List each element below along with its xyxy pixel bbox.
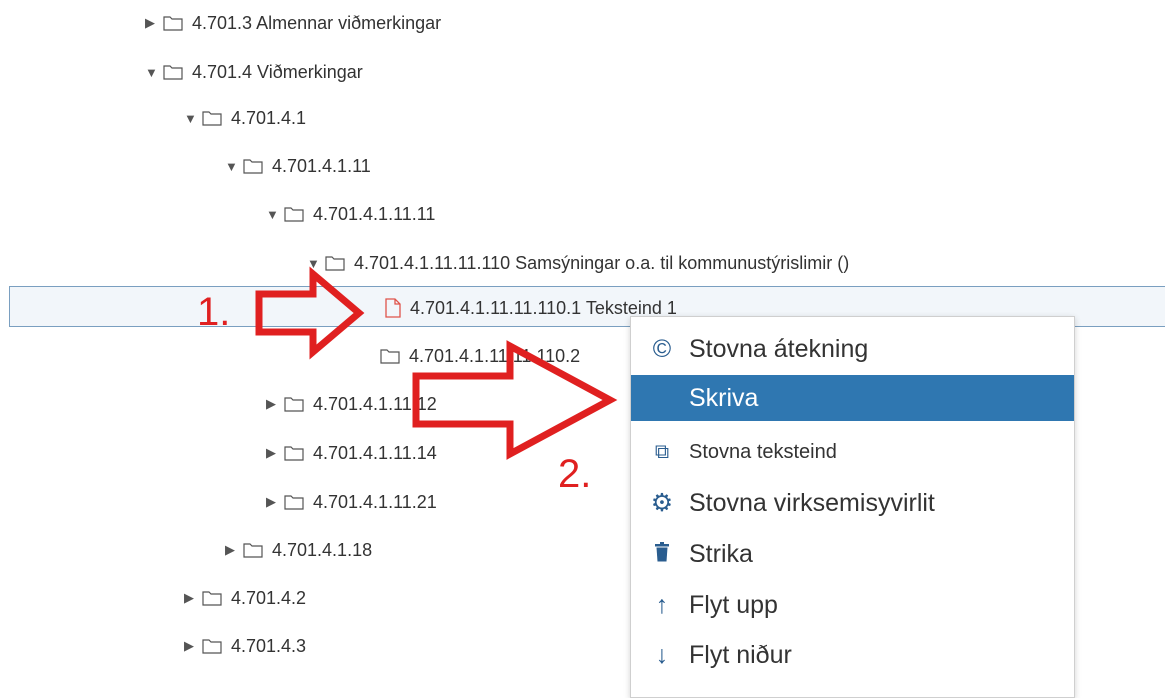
annotation-step-1: 1. <box>197 290 231 334</box>
folder-icon <box>284 445 304 461</box>
menu-item-label: Stovna virksemisyvirlit <box>689 488 935 517</box>
folder-icon <box>284 396 304 412</box>
caret-right-icon[interactable]: ▶ <box>184 590 202 606</box>
tree-node-label: 4.701.4.1.11.21 <box>313 491 437 512</box>
tree-node-label: 4.701.3 Almennar viðmerkingar <box>192 12 442 33</box>
menu-item-label: Strika <box>689 539 753 568</box>
tree-node-4-701-4-2[interactable]: ▶ 4.701.4.2 <box>184 580 306 616</box>
tree-node-4-701-3[interactable]: ▶ 4.701.3 Almennar viðmerkingar <box>145 5 441 41</box>
caret-down-icon[interactable]: ▼ <box>184 111 202 126</box>
tree-node-4-701-4-1-11-11[interactable]: ▼ 4.701.4.1.11.11 <box>266 196 435 232</box>
folder-icon <box>202 590 222 606</box>
menu-item-stovna-teksteind[interactable]: ⧉ Stovna teksteind <box>631 429 1074 475</box>
tree-node-label: 4.701.4.1.11 <box>272 155 371 176</box>
caret-right-icon[interactable]: ▶ <box>266 445 284 461</box>
tree-node-label: 4.701.4.1.18 <box>272 539 373 560</box>
tree-node-4-701-4-1[interactable]: ▼ 4.701.4.1 <box>184 100 306 136</box>
folder-icon <box>284 206 304 222</box>
caret-right-icon[interactable]: ▶ <box>225 542 243 558</box>
menu-item-stovna-virksemisyvirlit[interactable]: ⚙ Stovna virksemisyvirlit <box>631 480 1074 526</box>
caret-right-icon[interactable]: ▶ <box>145 15 163 31</box>
folder-icon <box>202 638 222 654</box>
caret-down-icon[interactable]: ▼ <box>225 159 243 174</box>
folder-icon <box>163 15 183 31</box>
context-menu: © Stovna átekning · Skriva ⧉ Stovna teks… <box>630 316 1075 698</box>
menu-item-skriva[interactable]: · Skriva <box>631 375 1074 421</box>
tree-node-4-701-4-1-18[interactable]: ▶ 4.701.4.1.18 <box>225 532 372 568</box>
folder-icon <box>163 64 183 80</box>
tree-node-4-701-4-1-11[interactable]: ▼ 4.701.4.1.11 <box>225 148 371 184</box>
menu-item-flyt-nidur[interactable]: ↓ Flyt niður <box>631 632 1074 678</box>
menu-item-label: Skriva <box>689 383 759 412</box>
annotation-step-2: 2. <box>558 452 592 496</box>
menu-item-spacer: · <box>649 384 675 413</box>
document-icon <box>385 298 401 318</box>
folder-icon <box>380 348 400 364</box>
tree-node-4-701-4-3[interactable]: ▶ 4.701.4.3 <box>184 628 306 664</box>
caret-right-icon[interactable]: ▶ <box>184 638 202 654</box>
tree-node-4-701-4-1-11-21[interactable]: ▶ 4.701.4.1.11.21 <box>266 484 437 520</box>
caret-down-icon[interactable]: ▼ <box>145 65 163 80</box>
copyright-icon: © <box>652 334 672 363</box>
menu-item-label: Flyt niður <box>689 640 792 669</box>
arrow-up-icon: ↑ <box>655 590 669 619</box>
caret-down-icon[interactable]: ▼ <box>266 207 284 222</box>
menu-item-stovna-atekning[interactable]: © Stovna átekning <box>631 326 1074 372</box>
tree-node-label: 4.701.4.2 <box>231 587 307 608</box>
tree-node-4-701-4-1-11-11-110[interactable]: ▼ 4.701.4.1.11.11.110 Samsýningar o.a. t… <box>307 245 849 281</box>
menu-item-label: Flyt upp <box>689 590 778 619</box>
tree-node-4-701-4[interactable]: ▼ 4.701.4 Viðmerkingar <box>145 54 363 90</box>
folder-icon <box>202 110 222 126</box>
menu-item-label: Stovna teksteind <box>689 440 837 463</box>
folder-icon <box>243 542 263 558</box>
gear-icon: ⚙ <box>650 489 674 517</box>
annotation-arrow-2 <box>412 340 618 460</box>
caret-right-icon[interactable]: ▶ <box>266 396 284 412</box>
trash-icon <box>649 540 675 569</box>
tree-node-label: 4.701.4.3 <box>231 635 307 656</box>
tree-node-label: 4.701.4.1 <box>231 107 307 128</box>
annotation-arrow-1 <box>255 266 365 360</box>
caret-right-icon[interactable]: ▶ <box>266 494 284 510</box>
menu-item-strika[interactable]: Strika <box>631 531 1074 577</box>
tree-node-label: 4.701.4.1.11.11.110 Samsýningar o.a. til… <box>354 252 850 273</box>
tree-node-label: 4.701.4 Viðmerkingar <box>192 61 363 82</box>
copy-icon: ⧉ <box>654 440 670 463</box>
folder-icon <box>243 158 263 174</box>
folder-icon <box>284 494 304 510</box>
arrow-down-icon: ↓ <box>655 640 669 669</box>
menu-item-flyt-upp[interactable]: ↑ Flyt upp <box>631 582 1074 628</box>
tree-node-label: 4.701.4.1.11.11 <box>313 203 436 224</box>
menu-item-label: Stovna átekning <box>689 334 869 363</box>
